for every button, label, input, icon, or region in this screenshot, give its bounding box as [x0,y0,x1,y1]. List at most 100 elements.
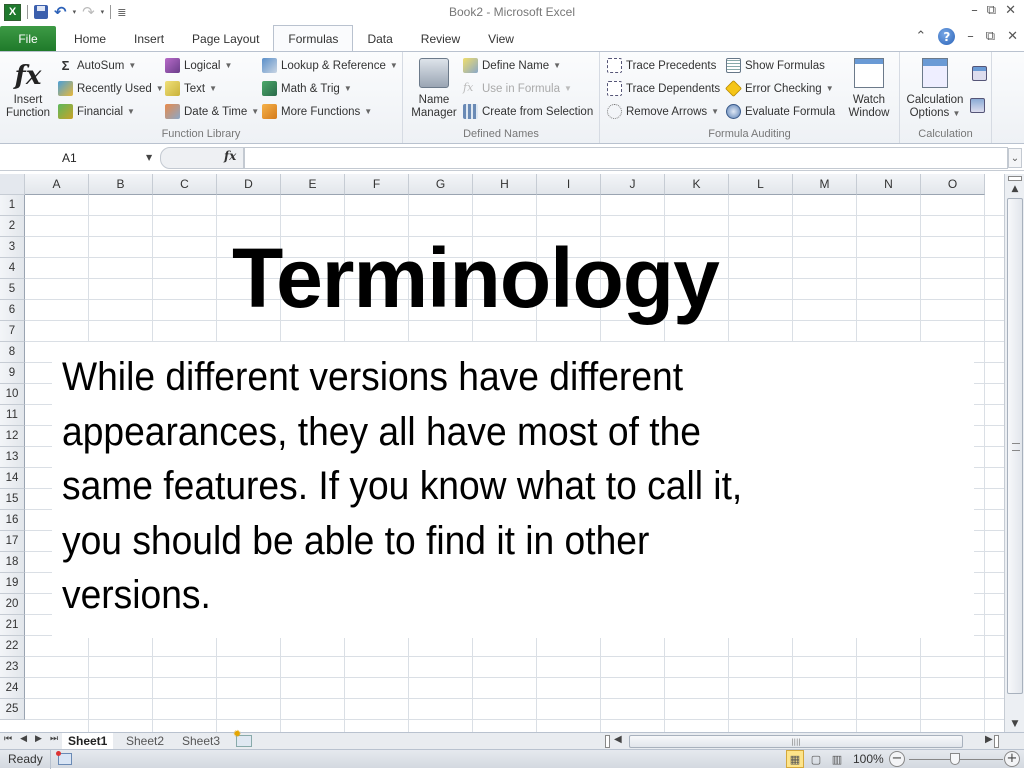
tab-formulas[interactable]: Formulas [273,25,354,51]
formula-input[interactable] [244,147,1008,169]
column-header-g[interactable]: G [409,174,473,195]
row-header-15[interactable]: 15 [0,489,25,510]
show-formulas-button[interactable]: Show Formulas [726,58,825,73]
column-header-d[interactable]: D [217,174,281,195]
tab-file[interactable]: File [0,26,56,51]
financial-button[interactable]: Financial ▼ [58,104,135,119]
close-window-icon[interactable]: ✕ [1005,3,1016,18]
name-box-dropdown-icon[interactable]: ▼ [146,153,152,162]
row-header-2[interactable]: 2 [0,216,25,237]
calculate-now-icon[interactable] [972,66,987,81]
evaluate-formula-button[interactable]: Evaluate Formula [726,104,835,119]
restore-workbook-icon[interactable]: ⧉ [986,29,995,44]
zoom-level[interactable]: 100% [853,752,884,766]
row-header-6[interactable]: 6 [0,300,25,321]
name-box[interactable]: A1 [0,148,158,168]
create-from-selection-button[interactable]: Create from Selection [463,104,593,119]
expand-formula-bar-icon[interactable]: ⌄ [1008,148,1022,168]
row-header-4[interactable]: 4 [0,258,25,279]
horizontal-scrollbar[interactable]: ◀ |||| ▶ [605,734,1005,749]
select-all-button[interactable] [0,174,25,195]
sheet-tab-sheet1[interactable]: Sheet1 [62,733,114,749]
trace-precedents-button[interactable]: Trace Precedents [607,58,716,73]
scroll-thumb[interactable] [1007,198,1023,694]
calculation-options-button[interactable]: Calculation Options ▼ [904,58,966,120]
column-header-i[interactable]: I [537,174,601,195]
tab-view[interactable]: View [474,26,528,51]
calculate-sheet-icon[interactable] [970,98,985,113]
name-manager-button[interactable]: Name Manager [409,58,459,120]
row-header-18[interactable]: 18 [0,552,25,573]
row-header-22[interactable]: 22 [0,636,25,657]
tab-review[interactable]: Review [407,26,474,51]
column-header-k[interactable]: K [665,174,729,195]
text-button[interactable]: Text ▼ [165,81,217,96]
row-header-23[interactable]: 23 [0,657,25,678]
column-header-l[interactable]: L [729,174,793,195]
row-header-5[interactable]: 5 [0,279,25,300]
last-sheet-icon[interactable]: ⏭ [50,734,58,744]
row-header-1[interactable]: 1 [0,195,25,216]
sheet-tab-sheet2[interactable]: Sheet2 [126,733,164,749]
scroll-up-icon[interactable]: ▲ [1005,183,1024,195]
next-sheet-icon[interactable]: ▶ [35,734,42,744]
row-header-3[interactable]: 3 [0,237,25,258]
row-header-10[interactable]: 10 [0,384,25,405]
row-header-25[interactable]: 25 [0,699,25,720]
watch-window-button[interactable]: Watch Window [844,58,894,120]
split-handle[interactable] [605,735,610,748]
row-header-7[interactable]: 7 [0,321,25,342]
split-handle[interactable] [994,735,999,748]
lookup-reference-button[interactable]: Lookup & Reference ▼ [262,58,398,73]
page-layout-view-icon[interactable]: ▢ [807,750,825,768]
record-macro-icon[interactable] [56,751,72,765]
minimize-workbook-icon[interactable]: – [967,29,974,44]
normal-view-icon[interactable]: ▦ [786,750,804,768]
column-header-m[interactable]: M [793,174,857,195]
date-time-button[interactable]: Date & Time ▼ [165,104,259,119]
math-trig-button[interactable]: Math & Trig ▼ [262,81,352,96]
column-header-j[interactable]: J [601,174,665,195]
column-header-c[interactable]: C [153,174,217,195]
scroll-right-icon[interactable]: ▶ [985,734,993,745]
minimize-window-icon[interactable]: – [971,3,978,18]
column-header-e[interactable]: E [281,174,345,195]
use-in-formula-button[interactable]: fx Use in Formula ▼ [463,81,572,96]
column-header-f[interactable]: F [345,174,409,195]
insert-function-fx-icon[interactable]: fx [224,149,236,163]
error-checking-button[interactable]: Error Checking ▼ [725,80,834,97]
row-header-12[interactable]: 12 [0,426,25,447]
tab-home[interactable]: Home [60,26,120,51]
row-header-19[interactable]: 19 [0,573,25,594]
scroll-left-icon[interactable]: ◀ [614,734,622,745]
sheet-tab-sheet3[interactable]: Sheet3 [182,733,220,749]
row-header-20[interactable]: 20 [0,594,25,615]
column-header-n[interactable]: N [857,174,921,195]
vertical-scrollbar[interactable]: ▲ ▼ [1004,174,1024,732]
column-header-o[interactable]: O [921,174,985,195]
logical-button[interactable]: Logical ▼ [165,58,232,73]
more-functions-button[interactable]: More Functions ▼ [262,104,372,119]
recently-used-button[interactable]: Recently Used ▼ [58,81,164,96]
zoom-out-icon[interactable]: − [889,751,905,767]
column-header-a[interactable]: A [25,174,89,195]
row-header-17[interactable]: 17 [0,531,25,552]
zoom-in-icon[interactable]: + [1004,751,1020,767]
row-header-8[interactable]: 8 [0,342,25,363]
prev-sheet-icon[interactable]: ◀ [20,734,27,744]
column-header-h[interactable]: H [473,174,537,195]
tab-data[interactable]: Data [353,26,406,51]
zoom-slider-thumb[interactable] [950,753,960,765]
insert-worksheet-icon[interactable] [233,729,252,747]
scroll-down-icon[interactable]: ▼ [1005,718,1024,730]
scroll-thumb[interactable]: |||| [629,735,963,748]
autosum-button[interactable]: Σ AutoSum ▼ [58,58,137,73]
split-handle[interactable] [1008,176,1022,181]
insert-function-button[interactable]: fx Insert Function [4,58,52,120]
trace-dependents-button[interactable]: Trace Dependents [607,81,720,96]
close-workbook-icon[interactable]: ✕ [1007,29,1018,44]
row-header-14[interactable]: 14 [0,468,25,489]
page-break-preview-icon[interactable]: ▥ [828,750,846,768]
row-header-13[interactable]: 13 [0,447,25,468]
tab-insert[interactable]: Insert [120,26,178,51]
